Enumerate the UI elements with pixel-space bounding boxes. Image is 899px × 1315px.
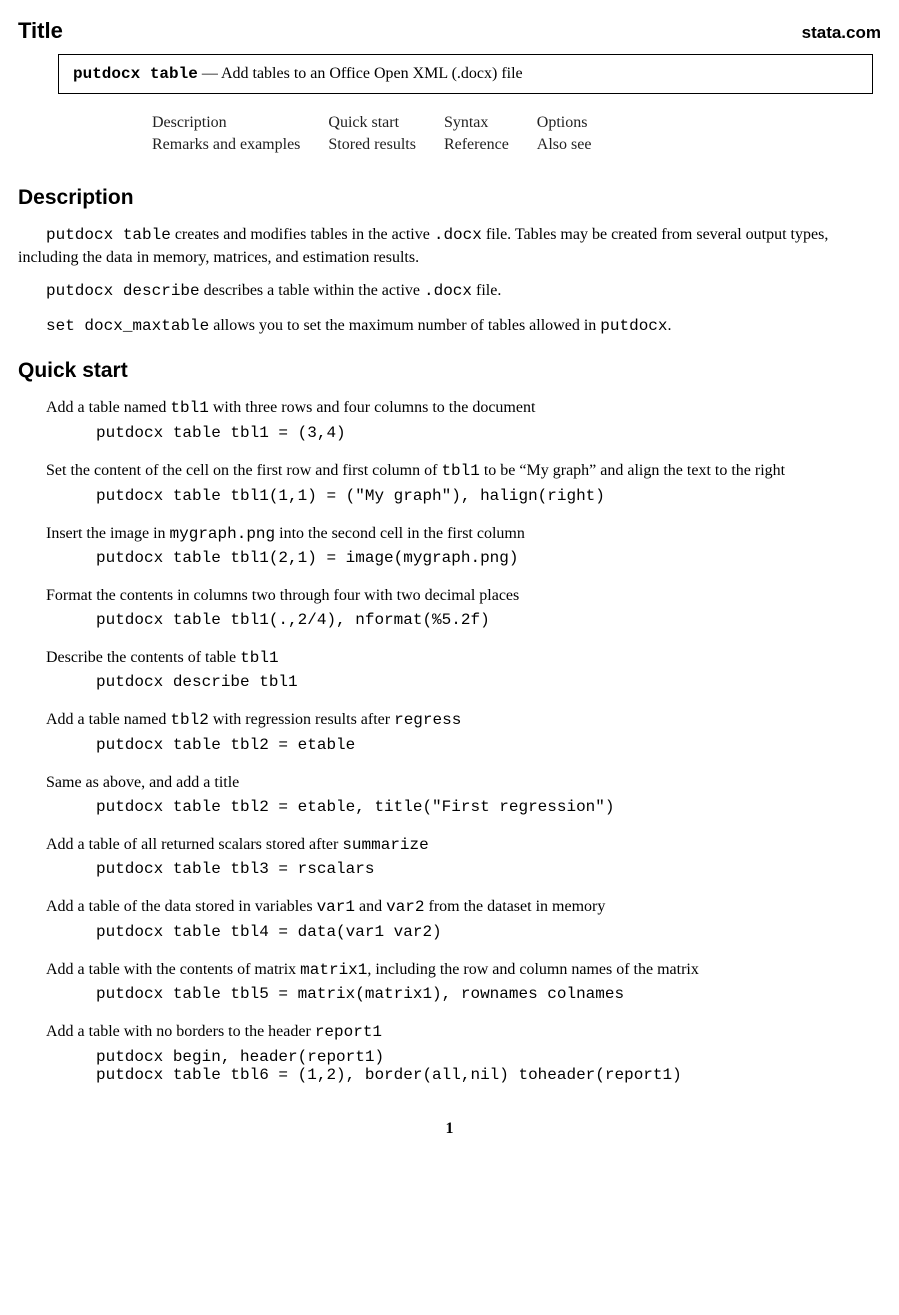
toc-syntax[interactable]: Syntax [444, 112, 537, 134]
qs-code-2: putdocx table tbl1(1,1) = ("My graph"), … [96, 487, 881, 505]
qs-code-6: putdocx table tbl2 = etable [96, 736, 881, 754]
toc-description[interactable]: Description [152, 112, 328, 134]
qs-code-5: putdocx describe tbl1 [96, 673, 881, 691]
toc-options[interactable]: Options [537, 112, 620, 134]
qs-item-4: Format the contents in columns two throu… [46, 585, 881, 629]
brand-link[interactable]: stata.com [802, 23, 881, 43]
qs-code-1: putdocx table tbl1 = (3,4) [96, 424, 881, 442]
quickstart-body: Add a table named tbl1 with three rows a… [46, 397, 881, 1084]
page-number: 1 [18, 1120, 881, 1138]
qs-code-10: putdocx table tbl5 = matrix(matrix1), ro… [96, 985, 881, 1003]
qs-item-3: Insert the image in mygraph.png into the… [46, 523, 881, 568]
qs-item-11: Add a table with no borders to the heade… [46, 1021, 881, 1084]
qs-code-9: putdocx table tbl4 = data(var1 var2) [96, 923, 881, 941]
qs-item-2: Set the content of the cell on the first… [46, 460, 881, 505]
qs-item-7: Same as above, and add a title putdocx t… [46, 772, 881, 816]
toc-remarks[interactable]: Remarks and examples [152, 134, 328, 156]
toc-reference[interactable]: Reference [444, 134, 537, 156]
title-box-desc: Add tables to an Office Open XML (.docx)… [221, 65, 523, 82]
toc-stored-results[interactable]: Stored results [328, 134, 444, 156]
title-box-command: putdocx table [73, 65, 198, 83]
qs-item-5: Describe the contents of table tbl1 putd… [46, 647, 881, 692]
qs-item-10: Add a table with the contents of matrix … [46, 959, 881, 1004]
section-description-heading: Description [18, 186, 881, 210]
page-header: Title stata.com [18, 18, 881, 44]
description-body: putdocx table creates and modifies table… [18, 224, 881, 337]
qs-code-7: putdocx table tbl2 = etable, title("Firs… [96, 798, 881, 816]
qs-item-1: Add a table named tbl1 with three rows a… [46, 397, 881, 442]
section-quickstart-heading: Quick start [18, 359, 881, 383]
qs-item-6: Add a table named tbl2 with regression r… [46, 709, 881, 754]
toc-quick-start[interactable]: Quick start [328, 112, 444, 134]
desc-p1-cmd: putdocx table [46, 226, 171, 244]
qs-item-8: Add a table of all returned scalars stor… [46, 834, 881, 879]
qs-code-11: putdocx begin, header(report1) putdocx t… [96, 1048, 881, 1084]
toc-nav: Description Quick start Syntax Options R… [152, 112, 881, 156]
title-box: putdocx table — Add tables to an Office … [58, 54, 873, 94]
title-box-sep: — [198, 65, 221, 82]
desc-p2-cmd: putdocx describe [46, 282, 200, 300]
qs-code-3: putdocx table tbl1(2,1) = image(mygraph.… [96, 549, 881, 567]
qs-item-9: Add a table of the data stored in variab… [46, 896, 881, 941]
desc-p3-cmd: set docx_maxtable [46, 317, 209, 335]
qs-code-8: putdocx table tbl3 = rscalars [96, 860, 881, 878]
title-heading: Title [18, 18, 63, 44]
toc-also-see[interactable]: Also see [537, 134, 620, 156]
qs-code-4: putdocx table tbl1(.,2/4), nformat(%5.2f… [96, 611, 881, 629]
